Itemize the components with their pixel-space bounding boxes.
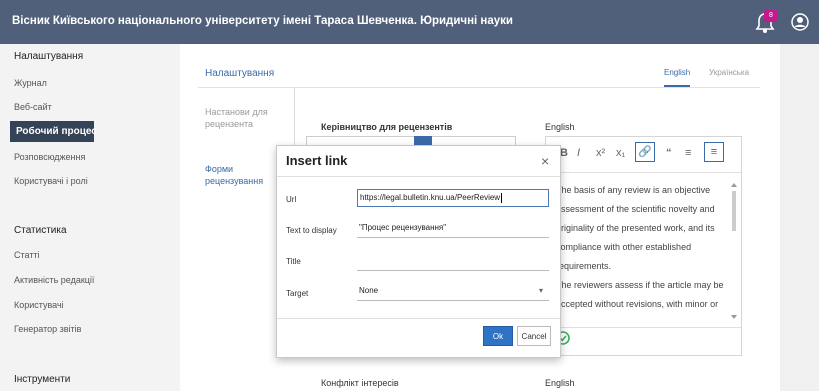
editor-toolbar: B I x² x₁ 🔗 “ ≡ ≡ — [546, 137, 741, 173]
superscript-icon[interactable]: x² — [596, 147, 605, 159]
dialog-title: Insert link — [286, 153, 348, 168]
sidebar-item-distribution[interactable]: Розповсюдження — [14, 152, 85, 162]
tab-ukrainian[interactable]: Українська — [709, 68, 749, 77]
sidebar-heading-statistics: Статистика — [14, 225, 67, 236]
text-to-display-input[interactable]: "Процес рецензування" — [357, 220, 549, 238]
italic-icon[interactable]: I — [577, 147, 580, 159]
editor-divider — [546, 327, 741, 328]
notification-badge: 8 — [764, 10, 778, 22]
url-label: Url — [286, 195, 297, 204]
sidebar-item-editorial-activity[interactable]: Активність редакції — [14, 275, 94, 285]
rich-text-editor[interactable]: B I x² x₁ 🔗 “ ≡ ≡ The basis of any revie… — [545, 136, 742, 356]
ok-button[interactable]: Ok — [483, 326, 513, 346]
competing-interests-language: English — [545, 378, 575, 388]
sidebar-item-report-generator[interactable]: Генератор звітів — [14, 324, 81, 334]
close-icon[interactable]: × — [541, 153, 549, 169]
editor-content[interactable]: The basis of any review is an objective … — [556, 181, 726, 314]
sidebar-item-users-roles[interactable]: Користувачі і ролі — [14, 176, 88, 186]
sidebar-item-workflow[interactable]: Робочий процес — [10, 121, 97, 142]
right-gutter — [780, 44, 819, 391]
link-icon[interactable]: 🔗 — [635, 142, 655, 162]
cancel-button[interactable]: Cancel — [517, 326, 551, 346]
sidebar-heading-settings: Налаштування — [14, 51, 84, 62]
subscript-icon[interactable]: x₁ — [616, 147, 625, 159]
tab-reviewer-guidelines[interactable]: Настанови для рецензента — [205, 106, 285, 130]
target-value: None — [359, 286, 379, 295]
target-label: Target — [286, 289, 309, 298]
dialog-footer-divider — [277, 318, 560, 319]
blockquote-icon[interactable]: “ — [666, 147, 672, 159]
guidelines-language: English — [545, 122, 575, 132]
sidebar-heading-tools[interactable]: Інструменти — [14, 374, 70, 385]
guidelines-label: Керівництво для рецензентів — [321, 122, 453, 132]
tab-english[interactable]: English — [664, 68, 691, 87]
panel-title: Налаштування — [205, 68, 275, 79]
journal-title[interactable]: Вісник Київського національного універси… — [12, 15, 513, 27]
editor-scrollbar[interactable] — [730, 181, 738, 321]
sidebar-item-website[interactable]: Веб-сайт — [14, 102, 52, 112]
url-input[interactable]: https://legal.bulletin.knu.ua/PeerReview — [357, 189, 549, 207]
bold-icon[interactable]: B — [560, 147, 568, 159]
dialog-header: Insert link × — [277, 146, 560, 177]
sidebar-item-articles[interactable]: Статті — [14, 250, 40, 260]
url-value: https://legal.bulletin.knu.ua/PeerReview — [360, 193, 501, 202]
sidebar-item-users[interactable]: Користувачі — [14, 300, 64, 310]
top-bar: Вісник Київського національного універси… — [0, 0, 819, 44]
tab-review-forms[interactable]: Форми рецензування — [205, 163, 285, 187]
title-label: Title — [286, 257, 301, 266]
chevron-down-icon: ▾ — [538, 286, 543, 295]
competing-interests-label: Конфлікт інтересів — [321, 378, 399, 388]
text-caret — [501, 192, 503, 203]
bullet-list-icon[interactable]: ≡ — [685, 147, 691, 159]
insert-link-dialog: Insert link × Url https://legal.bulletin… — [276, 145, 561, 358]
sidebar — [0, 44, 180, 391]
text-to-display-label: Text to display — [286, 226, 337, 235]
ordered-list-icon[interactable]: ≡ — [704, 142, 724, 162]
user-icon[interactable] — [791, 13, 809, 31]
target-select[interactable]: None ▾ — [357, 283, 549, 301]
sidebar-item-journal[interactable]: Журнал — [14, 78, 47, 88]
title-input[interactable] — [357, 253, 549, 271]
